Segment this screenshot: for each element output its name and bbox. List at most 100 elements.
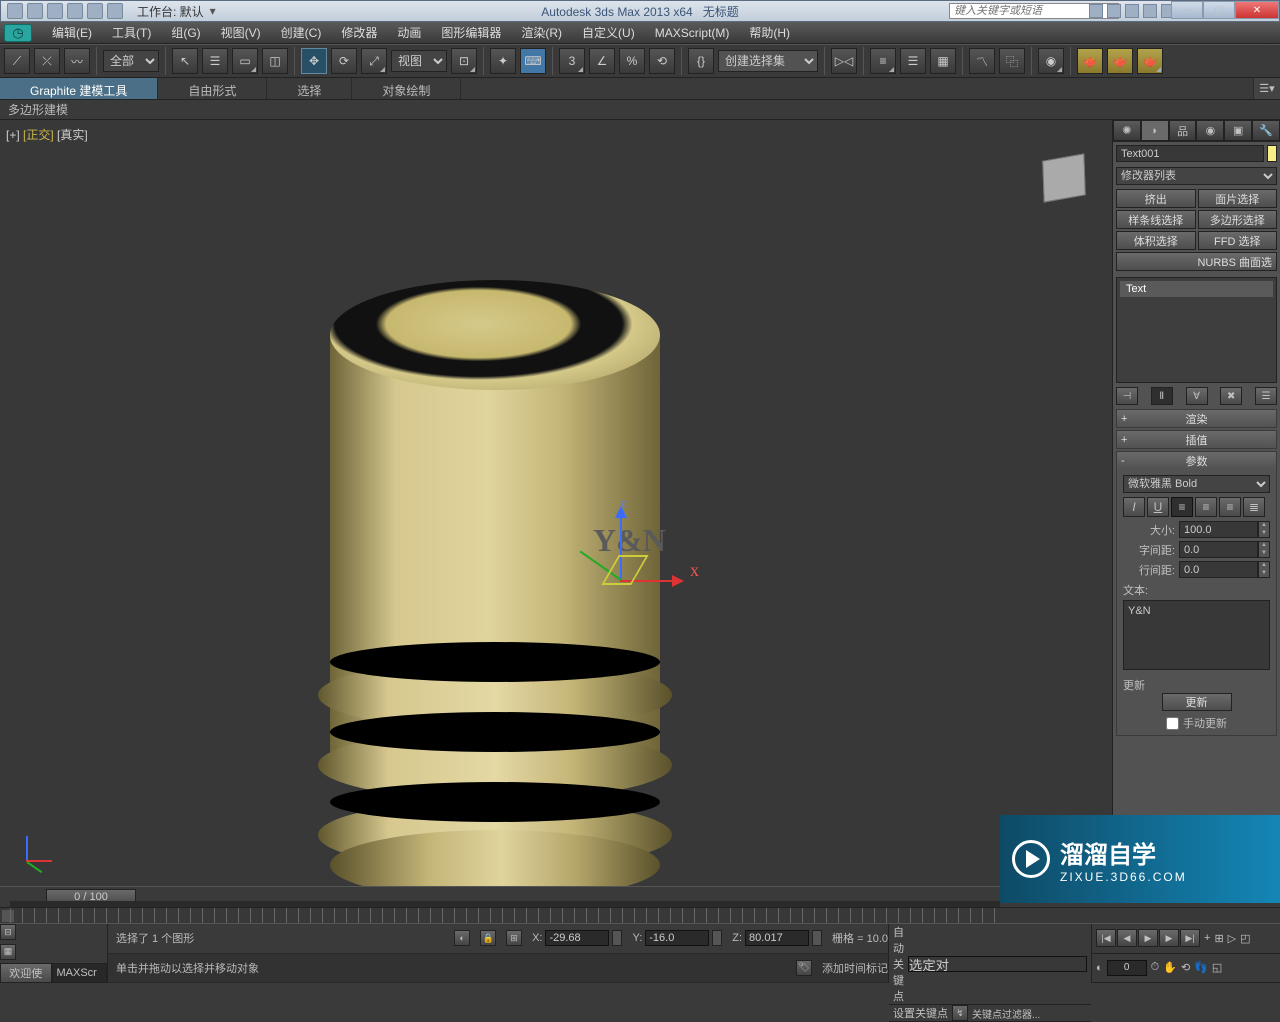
- menu-graph[interactable]: 图形编辑器: [431, 24, 511, 41]
- align-center-icon[interactable]: ≡: [1195, 497, 1217, 517]
- menu-group[interactable]: 组(G): [161, 24, 210, 41]
- btn-vol-select[interactable]: 体积选择: [1116, 231, 1196, 250]
- schematic-view-icon[interactable]: ⿻: [999, 48, 1025, 74]
- nav-walk-icon[interactable]: 👣: [1194, 961, 1208, 974]
- select-object-icon[interactable]: ↖: [172, 48, 198, 74]
- select-move-icon[interactable]: ✥: [301, 48, 327, 74]
- key-mode-icon[interactable]: ↯: [952, 1005, 968, 1021]
- update-button[interactable]: 更新: [1162, 693, 1232, 711]
- configure-sets-icon[interactable]: ☰: [1255, 387, 1277, 405]
- key-mode-toggle-icon[interactable]: ◐: [1096, 962, 1103, 974]
- open-icon[interactable]: [27, 3, 43, 19]
- nav-zoomall-icon[interactable]: ⊞: [1214, 932, 1223, 945]
- sel-filter-input[interactable]: [908, 956, 1087, 972]
- selection-lock-icon[interactable]: 🔒: [480, 930, 496, 946]
- menu-maxscript[interactable]: MAXScript(M): [645, 26, 740, 40]
- redo-icon[interactable]: [87, 3, 103, 19]
- viewport-label[interactable]: [+] [正交] [真实]: [6, 126, 88, 143]
- menu-modifiers[interactable]: 修改器: [331, 24, 387, 41]
- show-end-result-icon[interactable]: Ⅱ: [1151, 387, 1173, 405]
- nav-pan-icon[interactable]: ✋: [1163, 961, 1177, 974]
- btn-extrude[interactable]: 挤出: [1116, 189, 1196, 208]
- italic-icon[interactable]: I: [1123, 497, 1145, 517]
- tab-paint[interactable]: 对象绘制: [352, 78, 461, 99]
- tab-freeform[interactable]: 自由形式: [158, 78, 267, 99]
- set-key-button[interactable]: 设置关键点: [893, 1005, 948, 1021]
- align-left-icon[interactable]: ≡: [1171, 497, 1193, 517]
- make-unique-icon[interactable]: ∀: [1186, 387, 1208, 405]
- menu-create[interactable]: 创建(C): [271, 24, 332, 41]
- tab-graphite[interactable]: Graphite 建模工具: [0, 78, 158, 99]
- btn-ffd-select[interactable]: FFD 选择: [1198, 231, 1278, 250]
- time-tag-icon[interactable]: 🏷: [796, 960, 812, 976]
- render-production-icon[interactable]: 🫖: [1137, 48, 1163, 74]
- modify-tab-icon[interactable]: ◗: [1141, 120, 1169, 141]
- play-icon[interactable]: ▶: [1138, 929, 1158, 947]
- manual-update-checkbox[interactable]: 手动更新: [1123, 715, 1270, 731]
- nav-max-icon[interactable]: ◱: [1212, 961, 1222, 974]
- size-input[interactable]: [1179, 521, 1258, 538]
- favorite-icon[interactable]: [1143, 4, 1157, 18]
- text-input[interactable]: Y&N: [1123, 600, 1270, 670]
- minimize-button[interactable]: —: [1171, 1, 1203, 19]
- window-crossing-icon[interactable]: ◫: [262, 48, 288, 74]
- menu-render[interactable]: 渲染(R): [511, 24, 572, 41]
- nav-fov-icon[interactable]: ▷: [1228, 932, 1236, 945]
- rendered-frame-icon[interactable]: 🫖: [1107, 48, 1133, 74]
- goto-start-icon[interactable]: |◀: [1096, 929, 1116, 947]
- time-config-icon[interactable]: ⏱: [1151, 961, 1160, 974]
- font-dropdown[interactable]: 微软雅黑 Bold: [1123, 475, 1270, 493]
- workspace-label[interactable]: 工作台: 默认: [137, 3, 204, 20]
- mirror-icon[interactable]: ▷◁: [831, 48, 857, 74]
- angle-snap-icon[interactable]: ∠: [589, 48, 615, 74]
- coord-display-icon[interactable]: ⊞: [506, 930, 522, 946]
- ref-coord-dropdown[interactable]: 视图: [391, 50, 447, 72]
- transform-gizmo[interactable]: Y&N z x: [590, 510, 710, 620]
- select-scale-icon[interactable]: ⤢: [361, 48, 387, 74]
- rollout-interp[interactable]: +插值: [1117, 431, 1276, 448]
- align-right-icon[interactable]: ≡: [1219, 497, 1241, 517]
- undo-icon[interactable]: [67, 3, 83, 19]
- layer-manager-icon[interactable]: ☰: [900, 48, 926, 74]
- unlink-icon[interactable]: ⤫: [34, 48, 60, 74]
- named-sets-dropdown[interactable]: 创建选择集: [718, 50, 818, 72]
- nav-zoom-icon[interactable]: +: [1204, 932, 1210, 944]
- toggle-icon-1[interactable]: ◐: [454, 930, 470, 946]
- welcome-button[interactable]: 欢迎使: [0, 963, 52, 983]
- exchange-icon[interactable]: [1125, 4, 1139, 18]
- ribbon-collapse-icon[interactable]: ☰▾: [1254, 78, 1280, 99]
- app-menu-button[interactable]: ◷: [4, 24, 32, 42]
- bind-spacewarp-icon[interactable]: 〰: [64, 48, 90, 74]
- material-editor-icon[interactable]: ◉: [1038, 48, 1064, 74]
- x-coord-input[interactable]: [545, 930, 609, 946]
- create-tab-icon[interactable]: ✺: [1113, 120, 1141, 141]
- snap-toggle-icon[interactable]: 3: [559, 48, 585, 74]
- maximize-button[interactable]: ▢: [1203, 1, 1235, 19]
- btn-face-select[interactable]: 面片选择: [1198, 189, 1278, 208]
- goto-end-icon[interactable]: ▶|: [1180, 929, 1200, 947]
- menu-edit[interactable]: 编辑(E): [42, 24, 102, 41]
- object-color-swatch[interactable]: [1267, 145, 1277, 162]
- search-icon[interactable]: [1089, 4, 1103, 18]
- menu-views[interactable]: 视图(V): [211, 24, 271, 41]
- btn-poly-select[interactable]: 多边形选择: [1198, 210, 1278, 229]
- pivot-center-icon[interactable]: ⊡: [451, 48, 477, 74]
- link-icon[interactable]: [107, 3, 123, 19]
- y-coord-input[interactable]: [645, 930, 709, 946]
- time-ruler[interactable]: [0, 907, 1280, 923]
- menu-anim[interactable]: 动画: [387, 24, 431, 41]
- keyboard-shortcut-icon[interactable]: ⌨: [520, 48, 546, 74]
- btn-spline-select[interactable]: 样条线选择: [1116, 210, 1196, 229]
- modifier-stack[interactable]: Text: [1116, 277, 1277, 383]
- next-frame-icon[interactable]: ▶: [1159, 929, 1179, 947]
- maxscript-listener[interactable]: MAXScr: [52, 963, 108, 983]
- close-button[interactable]: ✕: [1235, 1, 1279, 19]
- menu-custom[interactable]: 自定义(U): [572, 24, 645, 41]
- align-icon[interactable]: ≡: [870, 48, 896, 74]
- select-by-name-icon[interactable]: ☰: [202, 48, 228, 74]
- leading-input[interactable]: [1179, 561, 1258, 578]
- btn-nurbs-select[interactable]: NURBS 曲面选: [1116, 252, 1277, 271]
- modifier-list-dropdown[interactable]: 修改器列表: [1116, 167, 1277, 185]
- stack-item[interactable]: Text: [1120, 281, 1273, 297]
- ribbon-panel-label[interactable]: 多边形建模: [8, 101, 68, 118]
